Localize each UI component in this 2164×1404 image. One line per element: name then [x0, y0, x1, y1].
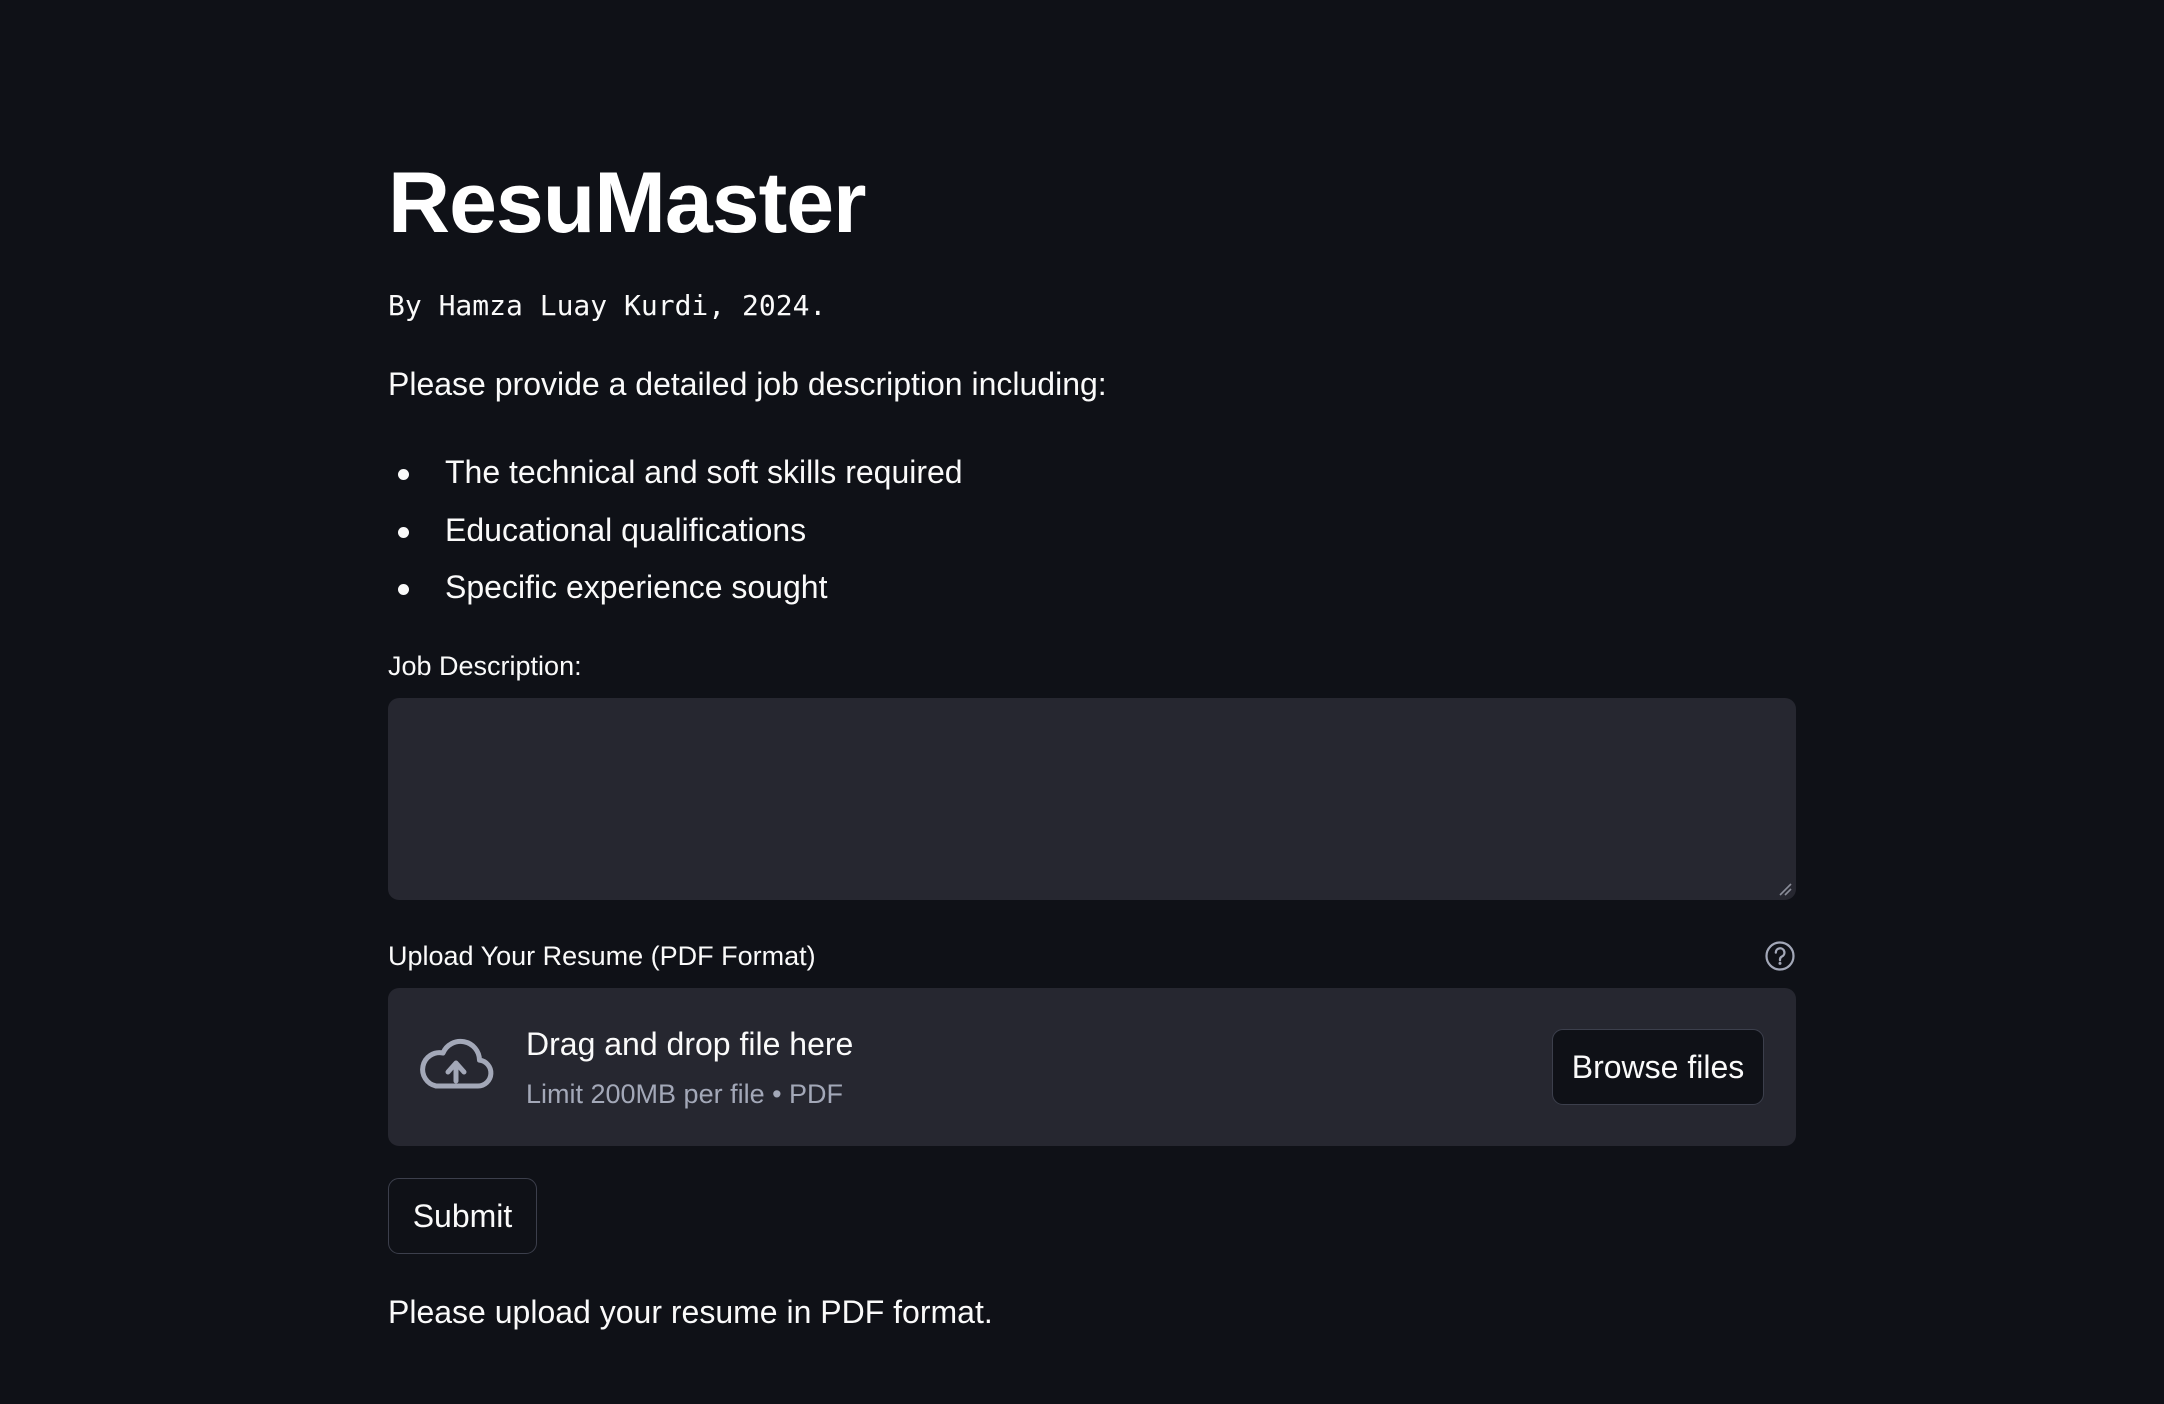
job-description-input[interactable]: [388, 698, 1796, 900]
question-circle-icon[interactable]: [1764, 940, 1796, 972]
list-item: The technical and soft skills required: [388, 444, 963, 502]
page-title: ResuMaster: [388, 155, 867, 251]
list-item: Specific experience sought: [388, 559, 963, 617]
job-description-label: Job Description:: [388, 651, 582, 681]
file-dropzone[interactable]: Drag and drop file here Limit 200MB per …: [388, 988, 1796, 1146]
bullet-icon: [398, 469, 409, 480]
cloud-upload-icon: [420, 1038, 494, 1089]
status-message: Please upload your resume in PDF format.: [388, 1294, 993, 1330]
submit-button[interactable]: Submit: [388, 1178, 537, 1254]
upload-resume-label: Upload Your Resume (PDF Format): [388, 941, 816, 971]
bullet-icon: [398, 526, 409, 538]
resize-handle-icon[interactable]: [1778, 882, 1792, 896]
author-byline: By Hamza Luay Kurdi, 2024.: [388, 289, 827, 322]
bullet-icon: [398, 584, 409, 595]
list-item-label: The technical and soft skills required: [445, 454, 963, 490]
dropzone-limit-text: Limit 200MB per file • PDF: [526, 1079, 844, 1109]
requirements-list: The technical and soft skills required E…: [388, 444, 963, 617]
intro-text: Please provide a detailed job descriptio…: [388, 366, 1107, 402]
dropzone-title: Drag and drop file here: [526, 1026, 854, 1062]
list-item-label: Specific experience sought: [445, 569, 828, 605]
list-item-label: Educational qualifications: [445, 511, 807, 548]
list-item: Educational qualifications: [388, 502, 963, 560]
browse-files-button[interactable]: Browse files: [1552, 1029, 1764, 1105]
